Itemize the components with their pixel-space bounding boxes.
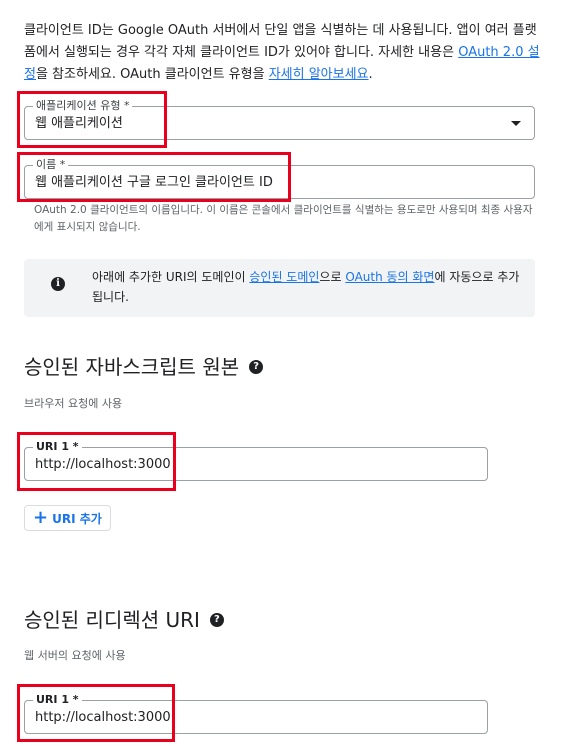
learn-more-link[interactable]: 자세히 알아보세요 xyxy=(269,67,369,82)
js-origins-title: 승인된 자바스크립트 원본 ? xyxy=(24,354,264,380)
redirect-uris-title-text: 승인된 리디렉션 URI xyxy=(24,608,200,632)
application-type-select[interactable]: 애플리케이션 유형 * 웹 애플리케이션 xyxy=(24,98,535,140)
intro-text: 클라이언트 ID는 Google OAuth 서버에서 단일 앱을 식별하는 데… xyxy=(24,20,544,86)
add-uri-label: URI 추가 xyxy=(52,511,102,526)
js-origin-uri-1-field[interactable]: URI 1 * http://localhost:3000 xyxy=(24,439,488,481)
js-origins-subtitle: 브라우저 요청에 사용 xyxy=(24,397,123,410)
info-text-2: 으로 xyxy=(319,270,346,284)
oauth-client-form: 클라이언트 ID는 Google OAuth 서버에서 단일 앱을 식별하는 데… xyxy=(0,0,567,746)
add-uri-button[interactable]: + URI 추가 xyxy=(24,505,111,531)
info-icon: i xyxy=(51,277,65,291)
help-icon[interactable]: ? xyxy=(249,360,264,374)
intro-text-3: . xyxy=(368,67,373,82)
application-type-label: 애플리케이션 유형 * xyxy=(33,98,133,114)
redirect-uri-1-label: URI 1 * xyxy=(33,692,82,708)
info-text-1: 아래에 추가한 URI의 도메인이 xyxy=(92,270,250,284)
dropdown-caret-icon[interactable] xyxy=(511,121,521,126)
info-text: 아래에 추가한 URI의 도메인이 승인된 도메인으로 OAuth 동의 화면에… xyxy=(92,267,522,307)
redirect-uris-subtitle: 웹 서버의 요청에 사용 xyxy=(24,649,126,662)
info-box: i 아래에 추가한 URI의 도메인이 승인된 도메인으로 OAuth 동의 화… xyxy=(24,259,535,317)
intro-text-2: 을 참조하세요. OAuth 클라이언트 유형을 xyxy=(35,67,269,82)
js-origins-title-text: 승인된 자바스크립트 원본 xyxy=(24,355,240,379)
name-label: 이름 * xyxy=(33,157,69,173)
plus-icon: + xyxy=(33,507,49,528)
help-icon[interactable]: ? xyxy=(209,613,224,627)
name-hint: OAuth 2.0 클라이언트의 이름입니다. 이 이름은 콘솔에서 클라이언트… xyxy=(34,204,533,233)
redirect-uri-1-value[interactable]: http://localhost:3000 xyxy=(35,709,171,727)
redirect-uri-1-field[interactable]: URI 1 * http://localhost:3000 xyxy=(24,692,488,734)
js-origin-uri-1-value[interactable]: http://localhost:3000 xyxy=(35,456,171,474)
application-type-value: 웹 애플리케이션 xyxy=(35,116,123,131)
js-origin-uri-1-label: URI 1 * xyxy=(33,439,82,455)
authorized-domains-link[interactable]: 승인된 도메인 xyxy=(249,270,319,284)
oauth-consent-screen-link[interactable]: OAuth 동의 화면 xyxy=(345,270,434,284)
redirect-uris-title: 승인된 리디렉션 URI ? xyxy=(24,607,224,633)
name-value[interactable]: 웹 애플리케이션 구글 로그인 클라이언트 ID xyxy=(35,174,273,192)
name-field[interactable]: 이름 * 웹 애플리케이션 구글 로그인 클라이언트 ID xyxy=(24,157,535,199)
